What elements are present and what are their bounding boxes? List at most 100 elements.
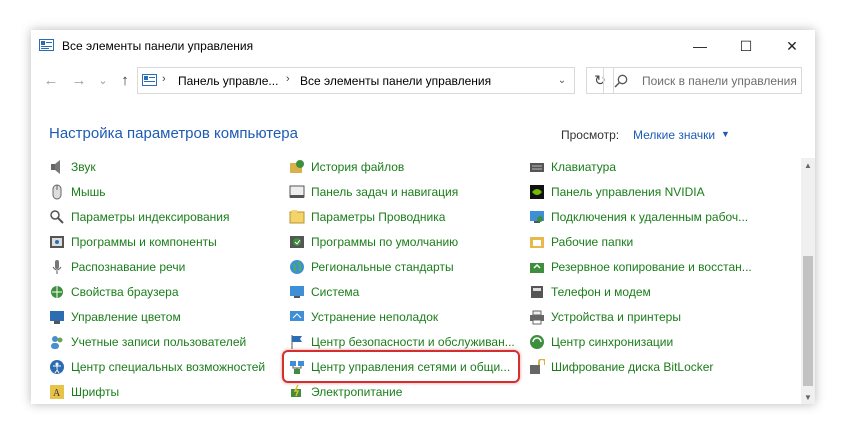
explorer-options-icon xyxy=(289,210,305,224)
control-panel-item[interactable]: Учетные записи пользователей xyxy=(49,332,246,352)
search-input[interactable]: Поиск в панели управления xyxy=(603,67,802,94)
control-panel-item-label: Мышь xyxy=(71,185,106,199)
forward-button[interactable]: → xyxy=(69,70,89,90)
control-panel-item[interactable]: Свойства браузера xyxy=(49,282,179,302)
control-panel-item[interactable]: Региональные стандарты xyxy=(289,257,454,277)
control-panel-item-label: Звук xyxy=(71,160,96,174)
breadcrumb-all-items[interactable]: Все элементы панели управления xyxy=(300,74,491,88)
remote-desktop-icon xyxy=(530,211,544,223)
control-panel-item[interactable]: Управление цветом xyxy=(49,307,181,327)
control-panel-item[interactable]: Шифрование диска BitLocker xyxy=(529,357,713,377)
maximize-button[interactable]: ☐ xyxy=(723,30,769,62)
control-panel-icon xyxy=(142,74,157,86)
control-panel-item[interactable]: Электропитание xyxy=(289,382,402,402)
vertical-scrollbar[interactable]: ▲ ▼ xyxy=(801,158,815,404)
page-title: Настройка параметров компьютера xyxy=(49,125,298,142)
scrollbar-thumb[interactable] xyxy=(803,256,813,386)
system-icon xyxy=(290,286,304,298)
control-panel-item-label: Центр специальных возможностей xyxy=(71,360,266,374)
view-by-dropdown[interactable]: Мелкие значки xyxy=(633,128,715,142)
control-panel-item[interactable]: Мышь xyxy=(49,182,106,202)
backup-icon xyxy=(530,263,544,273)
control-panel-item[interactable]: Клавиатура xyxy=(529,157,616,177)
sync-icon xyxy=(530,335,544,349)
control-panel-item-label: Шифрование диска BitLocker xyxy=(551,360,714,374)
security-flag-icon xyxy=(291,335,302,349)
control-panel-item[interactable]: Параметры Проводника xyxy=(289,207,445,227)
control-panel-item[interactable]: Устройства и принтеры xyxy=(529,307,681,327)
nvidia-icon xyxy=(530,185,544,199)
color-management-icon xyxy=(50,311,64,324)
accessibility-icon xyxy=(50,360,64,374)
control-panel-item[interactable]: Звук xyxy=(49,157,96,177)
control-panel-item-label: Шрифты xyxy=(71,385,120,399)
control-panel-item-label: Параметры Проводника xyxy=(311,210,446,224)
control-panel-item[interactable]: Телефон и модем xyxy=(529,282,651,302)
control-panel-item[interactable]: Панель задач и навигация xyxy=(289,182,458,202)
control-panel-item[interactable]: Центр безопасности и обслуживан... xyxy=(289,332,515,352)
chevron-right-icon: › xyxy=(286,73,290,85)
keyboard-icon xyxy=(530,163,544,172)
control-panel-item-label: Центр синхронизации xyxy=(551,335,674,349)
address-dropdown-chevron-icon[interactable]: ⌄ xyxy=(551,67,573,94)
control-panel-item[interactable]: Панель управления NVIDIA xyxy=(529,182,705,202)
control-panel-item-label: Управление цветом xyxy=(71,310,181,324)
highlight-frame xyxy=(282,350,520,383)
speaker-icon xyxy=(51,160,60,174)
indexing-icon xyxy=(50,210,64,224)
control-panel-item-label: Клавиатура xyxy=(551,160,616,174)
control-panel-item[interactable]: Параметры индексирования xyxy=(49,207,229,227)
browser-icon xyxy=(51,286,63,298)
mouse-icon xyxy=(52,184,62,200)
control-panel-item-label: Распознавание речи xyxy=(71,260,186,274)
control-panel-item-label: Система xyxy=(311,285,360,299)
control-panel-item-label: Устройства и принтеры xyxy=(551,310,681,324)
control-panel-item-label: Устранение неполадок xyxy=(311,310,439,324)
scroll-up-arrow-icon[interactable]: ▲ xyxy=(801,158,815,172)
close-button[interactable]: ✕ xyxy=(769,30,815,62)
scroll-down-arrow-icon[interactable]: ▼ xyxy=(801,390,815,404)
control-panel-item[interactable]: Распознавание речи xyxy=(49,257,185,277)
default-programs-icon xyxy=(290,236,304,248)
control-panel-item-label: Региональные стандарты xyxy=(311,260,454,274)
printer-icon xyxy=(530,310,544,325)
control-panel-item-label: Программы по умолчанию xyxy=(311,235,459,249)
title-bar[interactable]: Все элементы панели управления — ☐ ✕ xyxy=(31,30,815,62)
control-panel-item-label: Рабочие папки xyxy=(551,235,634,249)
svg-text:A: A xyxy=(53,388,61,399)
programs-icon xyxy=(50,236,64,248)
phone-icon xyxy=(531,286,543,298)
control-panel-item[interactable]: Устранение неполадок xyxy=(289,307,438,327)
taskbar-icon xyxy=(289,185,305,198)
control-panel-item-label: Программы и компоненты xyxy=(71,235,217,249)
control-panel-item[interactable]: Рабочие папки xyxy=(529,232,633,252)
control-panel-item[interactable]: Подключения к удаленным рабоч... xyxy=(529,207,748,227)
control-panel-window: Все элементы панели управления — ☐ ✕ ← →… xyxy=(31,30,815,404)
breadcrumb-control-panel[interactable]: Панель управле... xyxy=(178,74,278,88)
control-panel-item[interactable]: Центр специальных возможностей xyxy=(49,357,265,377)
control-panel-item-label: Подключения к удаленным рабоч... xyxy=(551,210,749,224)
caret-down-icon[interactable]: ▼ xyxy=(721,129,730,139)
chevron-right-icon: › xyxy=(162,73,166,85)
control-panel-item[interactable]: Система xyxy=(289,282,359,302)
control-panel-item[interactable]: Программы по умолчанию xyxy=(289,232,458,252)
control-panel-item[interactable]: Программы и компоненты xyxy=(49,232,217,252)
control-panel-item[interactable]: Центр синхронизации xyxy=(529,332,673,352)
control-panel-item[interactable]: A Шрифты xyxy=(49,382,119,402)
up-button[interactable]: ↑ xyxy=(115,70,135,90)
address-bar[interactable]: › Панель управле... › Все элементы панел… xyxy=(137,67,575,94)
control-panel-item[interactable]: История файлов xyxy=(289,157,404,177)
microphone-icon xyxy=(52,260,62,274)
control-panel-item-label: Резервное копирование и восстан... xyxy=(551,260,752,274)
control-panel-item-label: Центр безопасности и обслуживан... xyxy=(311,335,515,349)
globe-icon xyxy=(290,260,304,274)
minimize-button[interactable]: — xyxy=(677,30,723,62)
back-button[interactable]: ← xyxy=(41,70,61,90)
control-panel-item-label: История файлов xyxy=(311,160,405,174)
control-panel-icon xyxy=(39,39,54,51)
control-panel-item-label: Учетные записи пользователей xyxy=(71,335,247,349)
control-panel-item-label: Панель задач и навигация xyxy=(311,185,459,199)
control-panel-item-label: Электропитание xyxy=(311,385,403,399)
control-panel-item[interactable]: Резервное копирование и восстан... xyxy=(529,257,752,277)
recent-locations-dropdown[interactable]: ⌄ xyxy=(93,70,113,90)
